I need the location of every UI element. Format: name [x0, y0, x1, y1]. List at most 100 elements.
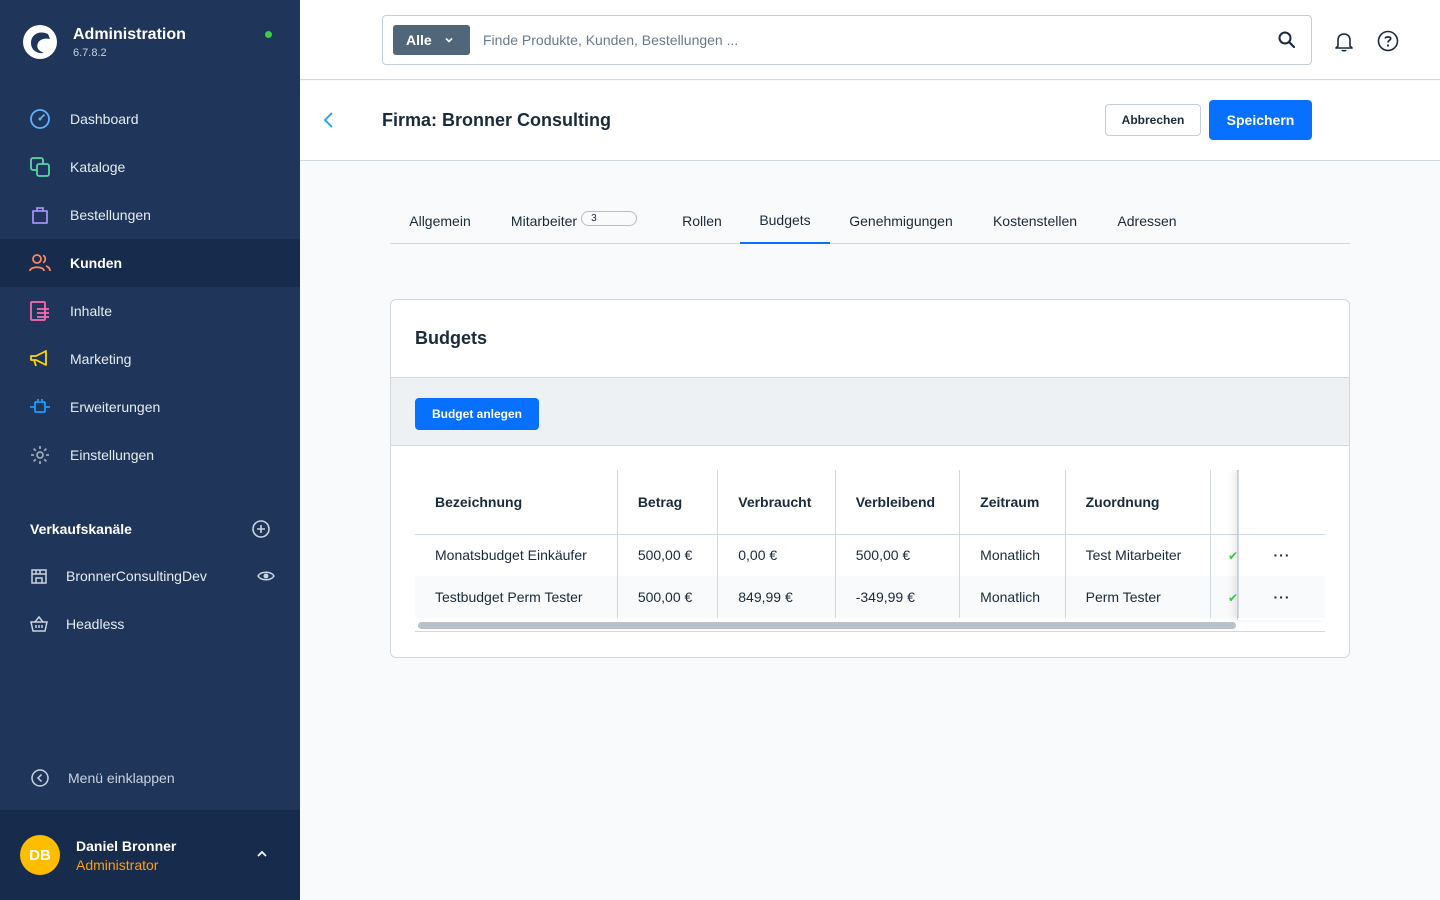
sales-channel-item[interactable]: Headless — [30, 613, 275, 635]
sidebar-item-marketing[interactable]: Marketing — [0, 335, 300, 383]
users-icon — [29, 252, 51, 274]
column-header-amount[interactable]: Betrag — [617, 470, 719, 535]
sales-channels-title: Verkaufskanäle — [30, 521, 132, 537]
column-header-name[interactable]: Bezeichnung — [415, 470, 618, 535]
cell-actions: ··· — [1239, 534, 1325, 576]
cell-amount: 500,00 € — [617, 576, 719, 618]
tab-approvals[interactable]: Genehmigungen — [836, 198, 966, 244]
cell-active: ✔ — [1210, 534, 1240, 576]
scrollbar-thumb[interactable] — [418, 622, 1236, 629]
sidebar-item-label: Bestellungen — [70, 207, 151, 223]
tab-label: Budgets — [759, 212, 811, 228]
tab-general[interactable]: Allgemein — [390, 198, 490, 244]
megaphone-icon — [29, 348, 51, 370]
shopping-bag-icon — [29, 204, 51, 226]
sidebar-item-orders[interactable]: Bestellungen — [0, 191, 300, 239]
tab-label: Kostenstellen — [992, 213, 1078, 229]
tab-budgets[interactable]: Budgets — [740, 198, 830, 244]
sales-channel-label: Headless — [66, 616, 125, 632]
sidebar-item-extensions[interactable]: Erweiterungen — [0, 383, 300, 431]
cell-period: Monatlich — [959, 576, 1066, 618]
tab-employees[interactable]: Mitarbeiter 3 — [490, 198, 658, 244]
budgets-table: Bezeichnung Betrag Verbraucht Verbleiben… — [415, 470, 1325, 618]
sidebar-item-content[interactable]: Inhalte — [0, 287, 300, 335]
sidebar-item-label: Einstellungen — [70, 447, 155, 463]
user-role: Administrator — [76, 857, 159, 873]
add-sales-channel-icon[interactable] — [252, 520, 270, 538]
budgets-grid: Bezeichnung Betrag Verbraucht Verbleiben… — [415, 470, 1325, 633]
sidebar-item-label: Kunden — [70, 255, 123, 271]
avatar: DB — [20, 835, 60, 875]
basket-icon — [30, 613, 48, 635]
search-icon[interactable] — [1277, 30, 1297, 50]
search-input[interactable] — [483, 26, 1243, 54]
tab-roles[interactable]: Rollen — [666, 198, 738, 244]
app-title: Administration — [73, 26, 186, 43]
user-menu[interactable]: DB Daniel Bronner Administrator — [0, 810, 300, 900]
table-row[interactable]: Monatsbudget Einkäufer 500,00 € 0,00 € 5… — [415, 534, 1325, 576]
sidebar-item-label: Erweiterungen — [70, 399, 161, 415]
gear-icon — [29, 444, 51, 466]
eye-icon[interactable] — [257, 567, 275, 585]
table-row[interactable]: Testbudget Perm Tester 500,00 € 849,99 €… — [415, 576, 1325, 618]
card-title: Budgets — [415, 328, 487, 348]
page-header: Firma: Bronner Consulting Abbrechen Spei… — [300, 81, 1440, 161]
plug-icon — [29, 396, 51, 418]
column-header-remaining[interactable]: Verbleibend — [835, 470, 961, 535]
collapse-arrow-icon — [30, 767, 50, 789]
column-header-assignment[interactable]: Zuordnung — [1065, 470, 1211, 535]
storefront-icon — [30, 565, 48, 587]
page-title: Firma: Bronner Consulting — [382, 110, 611, 130]
sidebar-item-settings[interactable]: Einstellungen — [0, 431, 300, 479]
content-icon — [29, 300, 51, 322]
more-actions-icon[interactable]: ··· — [1274, 589, 1291, 605]
online-status-indicator — [265, 31, 272, 38]
tab-addresses[interactable]: Adressen — [1107, 198, 1187, 244]
sidebar-item-label: Dashboard — [70, 111, 139, 127]
tab-bar: Allgemein Mitarbeiter 3 Rollen Budgets Ge… — [390, 198, 1350, 244]
sidebar-item-label: Inhalte — [70, 303, 113, 319]
sales-channel-label: BronnerConsultingDev — [66, 568, 207, 584]
cell-active: ✔ — [1210, 576, 1240, 618]
cell-assignment: Perm Tester — [1065, 576, 1211, 618]
back-arrow-icon[interactable] — [322, 111, 336, 129]
collapse-menu-label: Menü einklappen — [68, 770, 175, 786]
horizontal-scrollbar[interactable] — [415, 620, 1325, 632]
table-header-row: Bezeichnung Betrag Verbraucht Verbleiben… — [415, 470, 1325, 535]
search-type-label: Alle — [406, 32, 432, 48]
column-header-used[interactable]: Verbraucht — [717, 470, 836, 535]
more-actions-icon[interactable]: ··· — [1274, 547, 1291, 563]
create-budget-button[interactable]: Budget anlegen — [415, 398, 539, 430]
tab-cost-centers[interactable]: Kostenstellen — [980, 198, 1090, 244]
column-header-truncated — [1210, 470, 1240, 535]
app-version: 6.7.8.2 — [73, 47, 107, 59]
search-type-select[interactable]: Alle — [393, 25, 470, 55]
cell-name[interactable]: Testbudget Perm Tester — [415, 576, 618, 618]
dashboard-icon — [29, 108, 51, 130]
save-button[interactable]: Speichern — [1209, 100, 1312, 140]
help-icon[interactable] — [1377, 30, 1399, 52]
chevron-up-icon[interactable] — [254, 846, 270, 862]
sales-channel-item[interactable]: BronnerConsultingDev — [30, 565, 275, 587]
cell-amount: 500,00 € — [617, 534, 719, 576]
tab-label: Allgemein — [409, 213, 471, 229]
sidebar-item-catalogs[interactable]: Kataloge — [0, 143, 300, 191]
cell-name[interactable]: Monatsbudget Einkäufer — [415, 534, 618, 576]
tab-label: Genehmigungen — [849, 213, 953, 229]
user-name: Daniel Bronner — [76, 838, 177, 854]
card-toolbar: Budget anlegen — [391, 377, 1349, 446]
sidebar-item-dashboard[interactable]: Dashboard — [0, 95, 300, 143]
brand[interactable]: Administration 6.7.8.2 — [22, 24, 186, 60]
sales-channels-header: Verkaufskanäle — [30, 520, 270, 538]
tab-label: Mitarbeiter — [510, 213, 578, 229]
column-header-period[interactable]: Zeitraum — [959, 470, 1066, 535]
bell-icon[interactable] — [1333, 30, 1355, 52]
catalog-icon — [29, 156, 51, 178]
top-bar: Alle — [300, 0, 1440, 80]
employee-count-badge: 3 — [581, 210, 638, 226]
sidebar-item-label: Marketing — [70, 351, 132, 367]
cancel-button[interactable]: Abbrechen — [1105, 104, 1201, 136]
sidebar-item-customers[interactable]: Kunden — [0, 239, 300, 287]
collapse-menu-button[interactable]: Menü einklappen — [30, 767, 175, 789]
cell-remaining: 500,00 € — [835, 534, 961, 576]
